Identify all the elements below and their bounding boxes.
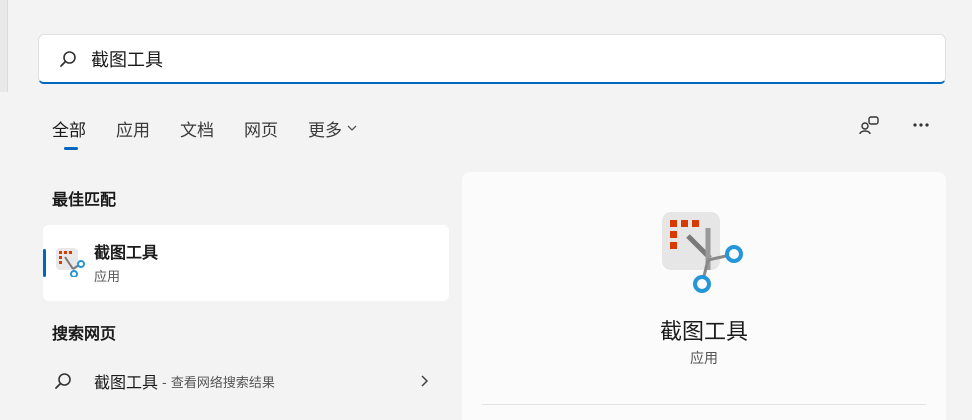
result-type: 应用 <box>94 270 121 285</box>
best-match-heading: 最佳匹配 <box>52 190 117 209</box>
divider <box>482 404 926 405</box>
header-actions <box>856 112 934 138</box>
search-icon <box>57 48 79 70</box>
more-icon[interactable] <box>908 112 934 138</box>
web-hint: - 查看网络搜索结果 <box>162 375 275 391</box>
tab-apps[interactable]: 应用 <box>116 112 150 144</box>
snipping-tool-icon <box>55 247 85 278</box>
search-icon <box>52 370 74 392</box>
chevron-down-icon <box>346 122 358 134</box>
result-name: 截图工具 <box>94 243 159 262</box>
detail-app-name: 截图工具 <box>659 320 748 345</box>
tab-more[interactable]: 更多 <box>308 112 358 144</box>
search-input[interactable] <box>91 43 791 74</box>
web-search-result[interactable]: 截图工具 - 查看网络搜索结果 <box>52 366 432 396</box>
window-edge <box>0 0 8 92</box>
account-switch-icon[interactable] <box>856 112 882 138</box>
chevron-right-icon <box>416 373 432 389</box>
search-web-heading: 搜索网页 <box>52 324 117 343</box>
tab-documents[interactable]: 文档 <box>180 112 214 144</box>
start-search-window: 全部 应用 文档 网页 更多 最佳匹配 <box>0 0 972 420</box>
best-match-result[interactable]: 截图工具 应用 <box>43 225 449 301</box>
tab-web[interactable]: 网页 <box>244 112 278 144</box>
detail-app-type: 应用 <box>690 351 718 367</box>
snipping-tool-icon <box>660 210 746 296</box>
search-box[interactable] <box>38 34 946 84</box>
selection-indicator <box>43 249 46 277</box>
tab-all[interactable]: 全部 <box>52 112 86 150</box>
filter-tabs: 全部 应用 文档 网页 更多 <box>52 112 388 152</box>
detail-panel: 截图工具 应用 <box>462 172 946 420</box>
web-query: 截图工具 <box>94 373 159 392</box>
